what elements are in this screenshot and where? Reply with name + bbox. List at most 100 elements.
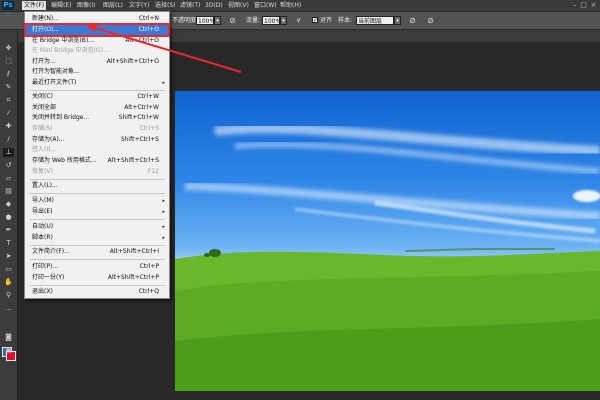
menu-item-label: 存储(S) <box>32 125 53 132</box>
menu-revert: 恢复(V) F12 <box>26 167 168 177</box>
landscape-photo <box>175 123 600 391</box>
quick-mask-icon[interactable]: ◙ <box>3 333 14 342</box>
align-checkbox[interactable]: ✓ <box>312 17 318 24</box>
opacity-label: 不透明度: <box>172 17 199 24</box>
rectangle-tool-icon[interactable]: ▭ <box>3 265 14 274</box>
menu-place[interactable]: 置入(L)... <box>26 181 168 191</box>
type-tool-icon[interactable]: T <box>3 239 14 248</box>
menu-close[interactable]: 关闭(C) Ctrl+W <box>26 92 168 102</box>
menu-close-all[interactable]: 关闭全部 Alt+Ctrl+W <box>26 103 168 113</box>
flow-field[interactable]: 100% <box>262 16 281 25</box>
menu-open-as[interactable]: 打开为... Alt+Shift+Ctrl+O <box>26 57 168 67</box>
menu-help[interactable]: 帮助(H) <box>278 1 303 10</box>
clone-stamp-tool-icon[interactable]: ⊥ <box>3 148 14 157</box>
opacity-field[interactable]: 100% <box>196 16 215 25</box>
menu-export[interactable]: 导出(E) ▸ <box>26 207 168 217</box>
menu-save-as[interactable]: 存储为(A)... Shift+Ctrl+S <box>26 135 168 145</box>
menu-item-label: 存储为(A)... <box>32 136 65 143</box>
lasso-tool-icon[interactable]: ℓ <box>3 70 14 79</box>
menu-item-shortcut: F12 <box>147 168 159 175</box>
screen-mode-icon[interactable]: ▣ <box>3 346 14 355</box>
submenu-arrow-icon: ▸ <box>162 224 165 230</box>
quick-select-tool-icon[interactable]: ✎ <box>3 83 14 92</box>
pressure-opacity-icon[interactable]: ⊘ <box>228 16 237 25</box>
menu-item-shortcut: Ctrl+P <box>139 263 159 270</box>
menu-layer[interactable]: 图层(L) <box>101 1 125 10</box>
menu-print-one-copy[interactable]: 打印一份(Y) Alt+Shift+Ctrl+P <box>26 273 168 283</box>
menu-item-label: 置入(L)... <box>32 182 58 189</box>
menu-import[interactable]: 导入(M) ▸ <box>26 196 168 206</box>
menu-item-shortcut: Ctrl+N <box>138 15 159 22</box>
menu-item-label: 关闭全部 <box>32 104 57 111</box>
menu-type[interactable]: 文字(Y) <box>127 1 151 10</box>
eyedropper-tool-icon[interactable]: ⁄ <box>3 109 14 118</box>
menu-item-label: 关闭并转到 Bridge... <box>32 114 90 121</box>
menu-item-shortcut: Alt+Shift+Ctrl+I <box>109 248 159 255</box>
menu-item-label: 在 Mini Bridge 中浏览(G)... <box>32 47 109 54</box>
menu-item-label: 恢复(V) <box>32 168 53 175</box>
document-image[interactable] <box>175 91 600 391</box>
ignore-adjustment-icon[interactable]: ⊘ <box>408 16 417 25</box>
menu-item-shortcut: Ctrl+Q <box>138 288 159 295</box>
menu-open[interactable]: 打开(O)... Ctrl+O <box>24 23 170 37</box>
menu-separator <box>29 245 165 246</box>
menu-3d[interactable]: 3D(D) <box>203 1 225 10</box>
minimize-button[interactable]: – <box>571 1 578 9</box>
close-button[interactable]: × <box>590 1 597 9</box>
menu-browse-in-mini-bridge: 在 Mini Bridge 中浏览(G)... <box>26 46 168 56</box>
menu-select[interactable]: 选择(S) <box>153 1 178 10</box>
gradient-tool-icon[interactable]: ▤ <box>3 187 14 196</box>
brush-tool-icon[interactable]: ∕ <box>3 135 14 144</box>
menu-separator <box>29 179 165 180</box>
menu-item-label: 在 Bridge 中浏览(B)... <box>32 37 94 44</box>
sample-select[interactable]: 当前图层 <box>356 16 394 25</box>
menu-filter[interactable]: 滤镜(T) <box>178 1 202 10</box>
menu-item-shortcut: Alt+Shift+Ctrl+P <box>107 274 159 281</box>
menu-item-label: 文件简介(F)... <box>32 248 70 255</box>
menu-browse-in-bridge[interactable]: 在 Bridge 中浏览(B)... Alt+Ctrl+O <box>26 36 168 46</box>
menu-item-label: 最近打开文件(T) <box>32 79 77 86</box>
restore-button[interactable]: □ <box>580 1 587 9</box>
menu-view[interactable]: 视图(V) <box>226 1 251 10</box>
photoshop-logo: Ps <box>2 1 14 10</box>
crop-tool-icon[interactable]: ⌗ <box>3 96 14 105</box>
more-tools-icon[interactable]: … <box>3 304 14 313</box>
airbrush-icon[interactable]: ሃ <box>294 16 303 25</box>
submenu-arrow-icon: ▸ <box>162 80 165 86</box>
pressure-size-icon[interactable]: ⊘ <box>426 16 435 25</box>
history-brush-tool-icon[interactable]: ↺ <box>3 161 14 170</box>
menu-item-shortcut: Alt+Ctrl+O <box>125 37 159 44</box>
menu-separator <box>29 259 165 260</box>
flow-dropdown-icon[interactable]: ▾ <box>280 16 287 25</box>
menu-file-info[interactable]: 文件简介(F)... Alt+Shift+Ctrl+I <box>26 247 168 257</box>
menu-file[interactable]: 文件(F) <box>22 1 47 10</box>
menu-save: 存储(S) Ctrl+S <box>26 124 168 134</box>
menu-image[interactable]: 图像(I) <box>75 1 97 10</box>
menu-print[interactable]: 打印(P)... Ctrl+P <box>26 262 168 272</box>
hand-tool-icon[interactable]: ✋ <box>3 278 14 287</box>
menu-separator <box>29 193 165 194</box>
menu-new[interactable]: 新建(N)... Ctrl+N <box>26 14 168 24</box>
menu-window[interactable]: 窗口(W) <box>252 1 279 10</box>
pen-tool-icon[interactable]: ✒ <box>3 226 14 235</box>
sample-dropdown-icon[interactable]: ▾ <box>394 16 401 25</box>
menu-close-and-go-to-bridge[interactable]: 关闭并转到 Bridge... Shift+Ctrl+W <box>26 113 168 123</box>
healing-brush-tool-icon[interactable]: ✚ <box>3 122 14 131</box>
menu-save-for-web[interactable]: 存储为 Web 所用格式... Alt+Shift+Ctrl+S <box>26 156 168 166</box>
zoom-tool-icon[interactable]: ⚲ <box>3 291 14 300</box>
menu-exit[interactable]: 退出(X) Ctrl+Q <box>26 287 168 297</box>
menu-recent-files[interactable]: 最近打开文件(T) ▸ <box>26 78 168 88</box>
eraser-tool-icon[interactable]: ▱ <box>3 174 14 183</box>
marquee-tool-icon[interactable]: ⬚ <box>3 57 14 66</box>
menu-open-as-smart-object[interactable]: 打开为智能对象... <box>26 67 168 77</box>
blur-tool-icon[interactable]: ◆ <box>3 200 14 209</box>
menu-automate[interactable]: 自动(U) ▸ <box>26 222 168 232</box>
flow-label: 流量: <box>246 17 261 24</box>
path-select-tool-icon[interactable]: ➤ <box>3 252 14 261</box>
dodge-tool-icon[interactable]: ● <box>3 213 14 222</box>
opacity-dropdown-icon[interactable]: ▾ <box>214 16 221 25</box>
move-tool-icon[interactable]: ✥ <box>3 44 14 53</box>
menu-edit[interactable]: 编辑(E) <box>49 1 73 10</box>
menu-scripts[interactable]: 脚本(R) ▸ <box>26 233 168 243</box>
menu-item-label: 脚本(R) <box>32 234 53 241</box>
